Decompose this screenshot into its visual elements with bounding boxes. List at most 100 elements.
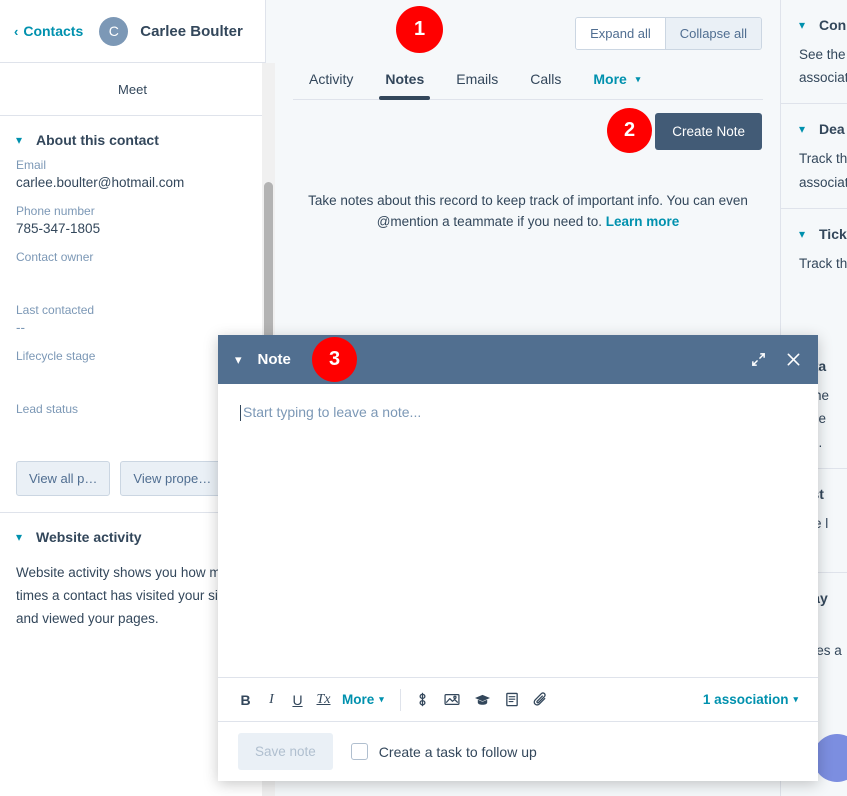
tab-label: Activity — [309, 71, 353, 87]
clear-formatting-icon[interactable]: Tx — [316, 689, 331, 711]
text-cursor — [240, 405, 241, 421]
back-to-contacts-link[interactable]: ‹ Contacts — [14, 23, 83, 39]
note-editor-toolbar: B I U Tx More ▾ — [218, 677, 818, 721]
right-section-title: Dea — [819, 121, 845, 137]
expand-diagonal-icon[interactable] — [751, 352, 766, 367]
field-value[interactable]: 785-347-1805 — [16, 221, 249, 236]
body-line: Track th — [799, 252, 847, 275]
right-section-body: Track th — [799, 252, 847, 289]
field-label: Lead status — [16, 402, 249, 416]
field-value[interactable]: carlee.boulter@hotmail.com — [16, 175, 249, 190]
italic-button[interactable]: I — [264, 689, 279, 711]
chevron-down-icon[interactable]: ▾ — [235, 353, 242, 366]
chevron-down-icon: ▾ — [379, 694, 384, 704]
image-icon[interactable] — [444, 692, 460, 707]
bold-button[interactable]: B — [238, 689, 253, 711]
avatar-initial: C — [109, 23, 119, 39]
knowledge-cap-icon[interactable] — [474, 692, 491, 707]
note-composer-dialog: ▾ Note Start typing to leave a note... B… — [218, 335, 818, 781]
toolbar-more-label: More — [342, 692, 374, 707]
avatar: C — [99, 17, 128, 46]
link-icon[interactable] — [415, 692, 430, 707]
create-task-label: Create a task to follow up — [379, 744, 537, 760]
contact-header: ‹ Contacts C Carlee Boulter — [0, 0, 265, 63]
tab-notes[interactable]: Notes — [369, 71, 440, 100]
body-line: associat — [799, 171, 847, 194]
right-section-contacts: ▾ Con See the associat — [781, 0, 847, 103]
right-section-tickets: ▾ Tick Track th — [781, 209, 847, 289]
activity-topbar: Expand all Collapse all Activity Notes E… — [276, 0, 780, 100]
association-label: 1 association — [703, 692, 789, 707]
create-task-checkbox-row[interactable]: Create a task to follow up — [351, 743, 537, 760]
toolbar-more-button[interactable]: More ▾ — [342, 692, 384, 707]
tab-more[interactable]: More ▾ — [577, 71, 656, 100]
expand-all-button[interactable]: Expand all — [576, 18, 665, 49]
hubspot-contact-record-page: ‹ Contacts C Carlee Boulter Meet ▾ About… — [0, 0, 847, 796]
activity-tabs: Activity Notes Emails Calls More ▾ — [293, 71, 656, 100]
create-note-button[interactable]: Create Note — [655, 113, 762, 150]
right-section-header[interactable]: ▾ Tick — [799, 209, 847, 252]
tab-emails[interactable]: Emails — [440, 71, 514, 100]
field-email: Email carlee.boulter@hotmail.com — [0, 158, 265, 190]
attachment-clip-icon[interactable] — [533, 692, 548, 707]
meet-action[interactable]: Meet — [0, 63, 265, 116]
field-value[interactable] — [16, 267, 249, 289]
document-icon[interactable] — [505, 692, 519, 707]
meet-label: Meet — [118, 82, 147, 97]
field-label: Contact owner — [16, 250, 249, 264]
association-selector[interactable]: 1 association ▾ — [703, 692, 798, 707]
toolbar-divider — [400, 689, 401, 711]
chevron-down-icon: ▾ — [799, 228, 819, 240]
about-section-title: About this contact — [36, 132, 159, 148]
note-dialog-header: ▾ Note — [218, 335, 818, 384]
field-phone-number: Phone number 785-347-1805 — [0, 204, 265, 236]
body-line: Track th — [799, 147, 847, 170]
notes-empty-state-text: Take notes about this record to keep tra… — [276, 160, 780, 233]
underline-button[interactable]: U — [290, 689, 305, 711]
chevron-down-icon: ▾ — [799, 19, 819, 31]
tab-label: Calls — [530, 71, 561, 87]
learn-more-link[interactable]: Learn more — [606, 214, 680, 229]
tab-calls[interactable]: Calls — [514, 71, 577, 100]
page-title: Carlee Boulter — [140, 23, 243, 40]
about-this-contact-header[interactable]: ▾ About this contact — [0, 116, 265, 158]
field-label: Phone number — [16, 204, 249, 218]
view-property-history-button[interactable]: View prope… — [120, 461, 224, 496]
tab-label: Emails — [456, 71, 498, 87]
right-section-deals: ▾ Dea Track th associat — [781, 104, 847, 207]
chevron-down-icon: ▾ — [793, 694, 798, 704]
back-link-label: Contacts — [23, 23, 83, 39]
right-section-title: Tick — [819, 226, 847, 242]
body-line: See the — [799, 43, 847, 66]
note-editor-placeholder: Start typing to leave a note... — [240, 404, 796, 420]
chevron-down-icon: ▾ — [636, 74, 641, 84]
field-last-contacted: Last contacted -- — [0, 303, 265, 335]
right-section-body: Track th associat — [799, 147, 847, 207]
collapse-all-button[interactable]: Collapse all — [666, 18, 761, 49]
note-dialog-title: Note — [258, 351, 291, 368]
close-icon[interactable] — [786, 352, 801, 367]
right-section-header[interactable]: ▾ Dea — [799, 104, 847, 147]
field-value[interactable] — [16, 419, 249, 441]
field-value[interactable] — [16, 366, 249, 388]
view-all-properties-button[interactable]: View all p… — [16, 461, 110, 496]
create-task-checkbox[interactable] — [351, 743, 368, 760]
chevron-down-icon: ▾ — [16, 531, 36, 543]
field-label: Email — [16, 158, 249, 172]
create-note-row: Create Note — [276, 100, 780, 160]
expand-collapse-group: Expand all Collapse all — [575, 17, 762, 50]
save-note-button[interactable]: Save note — [238, 733, 333, 770]
step-badge-1: 1 — [396, 6, 443, 53]
chevron-down-icon: ▾ — [799, 123, 819, 135]
right-section-header[interactable]: ▾ Con — [799, 0, 847, 43]
body-line: associat — [799, 66, 847, 89]
field-value[interactable]: -- — [16, 320, 249, 335]
tab-activity[interactable]: Activity — [293, 71, 369, 100]
field-contact-owner: Contact owner — [0, 250, 265, 289]
website-activity-title: Website activity — [36, 529, 142, 545]
note-editor-area[interactable]: Start typing to leave a note... — [218, 384, 818, 677]
step-badge-3: 3 — [312, 337, 357, 382]
chat-bubble-icon[interactable] — [813, 734, 847, 782]
chevron-left-icon: ‹ — [14, 25, 18, 38]
note-dialog-footer: Save note Create a task to follow up — [218, 721, 818, 781]
